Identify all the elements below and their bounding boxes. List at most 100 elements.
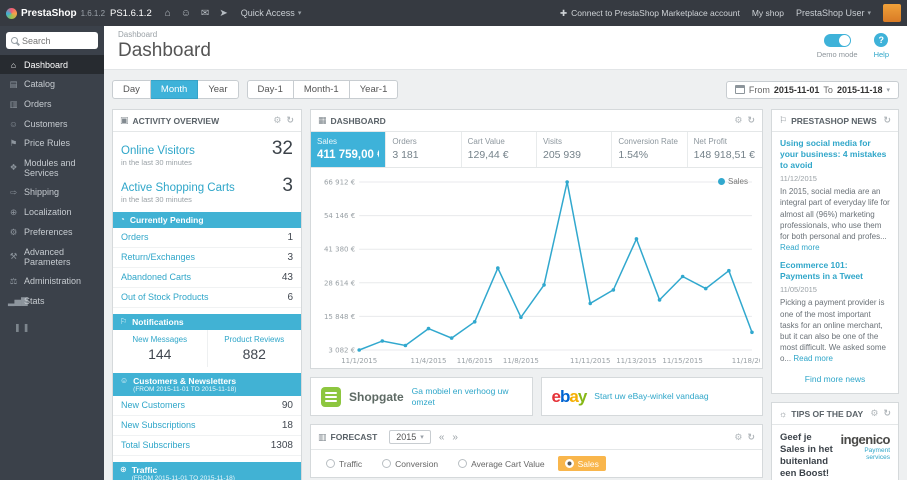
stat-value: 1: [287, 232, 293, 243]
metric-label: Sales: [577, 458, 599, 469]
ebay-letter: y: [577, 386, 588, 406]
sidebar-item-preferences[interactable]: ⚙ Preferences: [0, 222, 104, 242]
find-more-news-link[interactable]: Find more news: [780, 371, 890, 389]
header-tools: Demo mode ? Help: [817, 30, 893, 62]
marketplace-connect-link[interactable]: ✚ Connect to PrestaShop Marketplace acco…: [560, 8, 740, 19]
news-article-link[interactable]: Using social media for your business: 4 …: [780, 138, 890, 171]
svg-text:11/1/2015: 11/1/2015: [341, 356, 377, 365]
search-icon: [11, 37, 18, 44]
kpi-tab-visits[interactable]: Visits 205 939: [537, 132, 613, 167]
pending-orders-row[interactable]: Orders 1: [113, 228, 301, 248]
filter-month-minus-1-button[interactable]: Month-1: [293, 80, 350, 99]
sidebar-item-label: Modules and Services: [24, 157, 76, 178]
active-carts-metric[interactable]: Active Shopping Carts 3 in the last 30 m…: [113, 169, 301, 206]
product-reviews-cell[interactable]: Product Reviews 882: [206, 330, 302, 367]
demo-mode-toggle[interactable]: [823, 33, 851, 47]
user-menu[interactable]: PrestaShop User ▾: [796, 8, 871, 18]
sidebar-item-catalog[interactable]: ▤ Catalog: [0, 74, 104, 94]
kpi-tab-orders[interactable]: Orders 3 181: [386, 132, 462, 167]
new-messages-cell[interactable]: New Messages 144: [113, 330, 207, 367]
new-customers-row[interactable]: New Customers 90: [113, 396, 301, 416]
shopgate-promo[interactable]: Shopgate Ga mobiel en verhoog uw omzet: [310, 377, 533, 417]
refresh-icon[interactable]: ↻: [747, 115, 755, 126]
notifications-header: ⚐ Notifications: [113, 314, 301, 330]
gear-icon[interactable]: ⚙: [734, 115, 742, 126]
my-shop-link[interactable]: My shop: [752, 8, 784, 18]
news-article-link[interactable]: Ecommerce 101: Payments in a Tweet: [780, 260, 890, 282]
kpi-tab-net-profit[interactable]: Net Profit 148 918,51 €: [688, 132, 762, 167]
read-more-link[interactable]: Read more: [793, 354, 833, 363]
date-range-picker[interactable]: From 2015-11-01 To 2015-11-18 ▾: [725, 80, 899, 99]
panel-title: DASHBOARD: [330, 115, 386, 126]
refresh-icon[interactable]: ↻: [883, 408, 891, 419]
forecast-metric-average-cart-value[interactable]: Average Cart Value: [451, 456, 551, 471]
refresh-icon[interactable]: ↻: [883, 115, 891, 126]
news-date: 11/05/2015: [780, 285, 817, 295]
forecast-metric-sales[interactable]: Sales: [557, 456, 606, 472]
ebay-promo[interactable]: ebay Start uw eBay-winkel vandaag: [540, 377, 763, 417]
kpi-tab-conversion-rate[interactable]: Conversion Rate 1.54%: [612, 132, 688, 167]
kpi-value: 148 918,51 €: [693, 149, 755, 161]
shopgate-promo-link[interactable]: Ga mobiel en verhoog uw omzet: [412, 386, 522, 407]
sidebar-item-price-rules[interactable]: ⚑ Price Rules: [0, 133, 104, 153]
metric-label: Conversion: [395, 458, 439, 469]
chart-legend[interactable]: Sales: [717, 177, 748, 186]
sidebar-item-localization[interactable]: ⊕ Localization: [0, 202, 104, 222]
gear-icon[interactable]: ⚙: [734, 432, 742, 443]
help-label[interactable]: Help: [874, 50, 889, 59]
filter-year-minus-1-button[interactable]: Year-1: [349, 80, 399, 99]
svg-text:41 380 €: 41 380 €: [324, 245, 355, 254]
gear-icon[interactable]: ⚙: [273, 115, 281, 126]
panel-title: FORECAST: [330, 432, 378, 443]
help-icon[interactable]: ?: [874, 33, 889, 47]
read-more-link[interactable]: Read more: [780, 243, 820, 252]
sidebar-search[interactable]: [6, 32, 98, 49]
gear-icon[interactable]: ⚙: [870, 408, 878, 419]
stat-value: 3: [287, 252, 293, 263]
sidebar-item-administration[interactable]: ⚖ Administration: [0, 271, 104, 291]
sidebar-item-customers[interactable]: ☺ Customers: [0, 114, 104, 133]
out-of-stock-row[interactable]: Out of Stock Products 6: [113, 288, 301, 308]
user-avatar[interactable]: [883, 4, 901, 22]
online-visitors-metric[interactable]: Online Visitors 32 in the last 30 minute…: [113, 132, 301, 169]
storefront-icon[interactable]: ⌂: [165, 8, 171, 19]
customers-quick-icon[interactable]: ☺: [181, 8, 191, 19]
sidebar-item-advanced-parameters[interactable]: ⚒ Advanced Parameters: [0, 242, 104, 271]
kpi-value: 411 759,00 €: [317, 149, 380, 161]
search-input[interactable]: [22, 35, 93, 46]
filter-month-button[interactable]: Month: [150, 80, 199, 99]
quick-access-menu[interactable]: Quick Access ▾: [241, 8, 302, 18]
forecast-next-button[interactable]: »: [452, 432, 458, 443]
kpi-tab-sales[interactable]: Sales 411 759,00 €: [311, 132, 387, 167]
filter-day-minus-1-button[interactable]: Day-1: [246, 80, 294, 99]
refresh-icon[interactable]: ↻: [286, 115, 294, 126]
refresh-icon[interactable]: ↻: [747, 432, 755, 443]
kpi-tabs: Sales 411 759,00 € Orders 3 181 Cart Val…: [311, 132, 762, 168]
forecast-prev-button[interactable]: «: [439, 432, 445, 443]
ebay-logo: ebay: [552, 386, 588, 407]
filter-day-button[interactable]: Day: [112, 80, 151, 99]
sidebar-item-modules[interactable]: ❖ Modules and Services: [0, 153, 104, 182]
ebay-promo-link[interactable]: Start uw eBay-winkel vandaag: [594, 391, 708, 402]
prestashop-logo-icon: [6, 7, 17, 19]
pending-returns-row[interactable]: Return/Exchanges 3: [113, 248, 301, 268]
sidebar-item-stats[interactable]: ▂▅▇ Stats: [0, 291, 104, 311]
shop-name-link[interactable]: PS1.6.1.2: [110, 8, 152, 19]
prestashop-logo[interactable]: PrestaShop 1.6.1.2: [0, 7, 105, 19]
total-subscribers-row[interactable]: Total Subscribers 1308: [113, 436, 301, 456]
forecast-metric-traffic[interactable]: Traffic: [319, 456, 369, 471]
forecast-metric-conversion[interactable]: Conversion: [375, 456, 445, 471]
abandoned-carts-row[interactable]: Abandoned Carts 43: [113, 268, 301, 288]
rocket-icon[interactable]: ➤: [219, 8, 227, 19]
forecast-year-select[interactable]: 2015 ▾: [389, 430, 431, 445]
messages-icon[interactable]: ✉: [201, 8, 209, 19]
sidebar-item-shipping[interactable]: ⇨ Shipping: [0, 182, 104, 202]
new-subscriptions-row[interactable]: New Subscriptions 18: [113, 416, 301, 436]
breadcrumb[interactable]: Dashboard: [118, 30, 211, 39]
sidebar-item-orders[interactable]: ▥ Orders: [0, 94, 104, 114]
filter-year-button[interactable]: Year: [198, 80, 239, 99]
sidebar-collapse-button[interactable]: ❚❚: [14, 323, 104, 332]
sidebar-item-dashboard[interactable]: ⌂ Dashboard: [0, 55, 104, 74]
kpi-tab-cart-value[interactable]: Cart Value 129,44 €: [462, 132, 537, 167]
sales-chart-area: 66 912 € 54 146 € 41 380 € 28 614 € 15 848 €…: [311, 168, 762, 368]
